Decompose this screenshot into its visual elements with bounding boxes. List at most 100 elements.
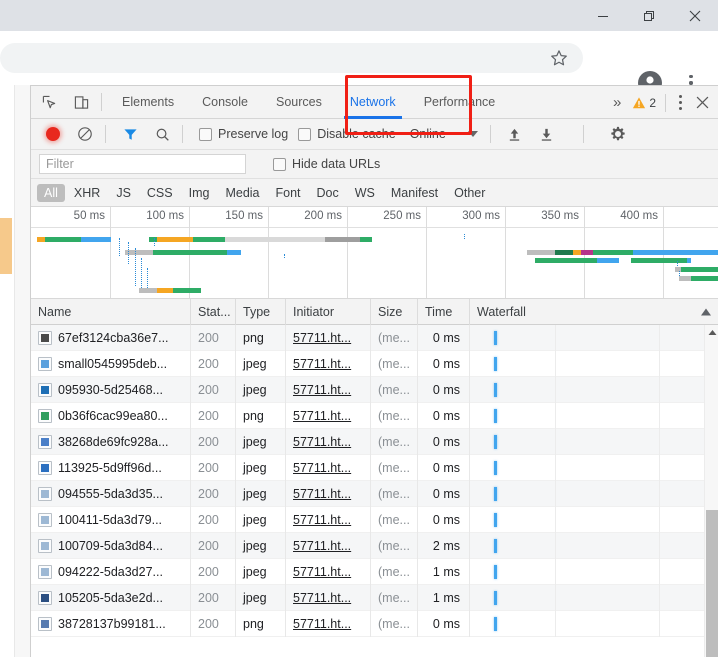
request-initiator-link[interactable]: 57711.ht... xyxy=(293,435,351,449)
type-filter-media[interactable]: Media xyxy=(218,184,266,202)
type-filter-css[interactable]: CSS xyxy=(140,184,180,202)
close-icon[interactable] xyxy=(672,0,718,31)
address-bar[interactable] xyxy=(0,43,583,73)
type-filter-js[interactable]: JS xyxy=(109,184,138,202)
cell-initiator[interactable]: 57711.ht... xyxy=(286,533,371,559)
request-initiator-link[interactable]: 57711.ht... xyxy=(293,617,351,631)
device-toolbar-icon[interactable] xyxy=(67,88,95,116)
table-scroll-up-icon[interactable] xyxy=(705,325,718,340)
request-initiator-link[interactable]: 57711.ht... xyxy=(293,331,351,345)
request-initiator-link[interactable]: 57711.ht... xyxy=(293,539,351,553)
table-row[interactable]: 38728137b99181...200png57711.ht...(me...… xyxy=(31,611,718,637)
devtools-more-icon[interactable] xyxy=(671,92,689,114)
column-header-waterfall[interactable]: Waterfall xyxy=(470,299,718,325)
cell-initiator[interactable]: 57711.ht... xyxy=(286,455,371,481)
type-filter-ws[interactable]: WS xyxy=(348,184,382,202)
type-filter-other[interactable]: Other xyxy=(447,184,492,202)
table-scrollbar[interactable] xyxy=(704,325,718,657)
tab-sources[interactable]: Sources xyxy=(262,86,336,119)
devtools-close-icon[interactable] xyxy=(689,90,715,116)
tab-overflow-icon[interactable]: » xyxy=(606,95,628,110)
tab-performance[interactable]: Performance xyxy=(410,86,510,119)
disable-cache-checkbox[interactable]: Disable cache xyxy=(298,127,396,141)
type-filter-manifest[interactable]: Manifest xyxy=(384,184,445,202)
cell-initiator[interactable]: 57711.ht... xyxy=(286,481,371,507)
table-row[interactable]: 094222-5da3d27...200jpeg57711.ht...(me..… xyxy=(31,559,718,585)
cell-initiator[interactable]: 57711.ht... xyxy=(286,325,371,351)
request-initiator-link[interactable]: 57711.ht... xyxy=(293,513,351,527)
filter-input[interactable] xyxy=(39,154,246,174)
cell-waterfall xyxy=(470,377,718,403)
table-row[interactable]: 095930-5d25468...200jpeg57711.ht...(me..… xyxy=(31,377,718,403)
inspect-element-icon[interactable] xyxy=(35,88,63,116)
column-header-time[interactable]: Time xyxy=(418,299,470,325)
page-scrollbar[interactable] xyxy=(14,85,30,657)
request-time: 0 ms xyxy=(433,617,460,631)
cell-initiator[interactable]: 57711.ht... xyxy=(286,403,371,429)
request-initiator-link[interactable]: 57711.ht... xyxy=(293,383,351,397)
network-settings-button[interactable] xyxy=(604,120,632,148)
bookmark-star-icon[interactable] xyxy=(549,48,569,68)
request-initiator-link[interactable]: 57711.ht... xyxy=(293,565,351,579)
initiator-connector xyxy=(677,261,678,266)
file-type-icon xyxy=(38,461,52,475)
throttle-value: Online xyxy=(410,127,446,141)
filter-toggle-button[interactable] xyxy=(116,120,144,148)
warning-badge[interactable]: 2 xyxy=(628,96,660,110)
type-filter-font[interactable]: Font xyxy=(269,184,308,202)
table-row[interactable]: 67ef3124cba36e7...200png57711.ht...(me..… xyxy=(31,325,718,351)
column-header-type[interactable]: Type xyxy=(236,299,286,325)
table-row[interactable]: 0b36f6cac99ea80...200png57711.ht...(me..… xyxy=(31,403,718,429)
type-filter-all[interactable]: All xyxy=(37,184,65,202)
cell-initiator[interactable]: 57711.ht... xyxy=(286,429,371,455)
request-initiator-link[interactable]: 57711.ht... xyxy=(293,357,351,371)
record-button[interactable] xyxy=(39,120,67,148)
column-header-name[interactable]: Name xyxy=(31,299,191,325)
cell-initiator[interactable]: 57711.ht... xyxy=(286,507,371,533)
cell-initiator[interactable]: 57711.ht... xyxy=(286,559,371,585)
type-filter-xhr[interactable]: XHR xyxy=(67,184,107,202)
cell-initiator[interactable]: 57711.ht... xyxy=(286,377,371,403)
request-type: jpeg xyxy=(243,383,267,397)
waterfall-gridline xyxy=(555,351,556,377)
preserve-log-checkbox[interactable]: Preserve log xyxy=(199,127,288,141)
table-row[interactable]: 38268de69fc928a...200jpeg57711.ht...(me.… xyxy=(31,429,718,455)
request-initiator-link[interactable]: 57711.ht... xyxy=(293,487,351,501)
column-header-initiator[interactable]: Initiator xyxy=(286,299,371,325)
table-row[interactable]: 094555-5da3d35...200jpeg57711.ht...(me..… xyxy=(31,481,718,507)
request-initiator-link[interactable]: 57711.ht... xyxy=(293,409,351,423)
page-accent-block xyxy=(0,218,12,274)
type-filter-img[interactable]: Img xyxy=(182,184,217,202)
table-scroll-thumb[interactable] xyxy=(706,510,718,657)
cell-initiator[interactable]: 57711.ht... xyxy=(286,351,371,377)
table-row[interactable]: 100709-5da3d84...200jpeg57711.ht...(me..… xyxy=(31,533,718,559)
table-row[interactable]: 113925-5d9ff96d...200jpeg57711.ht...(me.… xyxy=(31,455,718,481)
column-header-status[interactable]: Stat... xyxy=(191,299,236,325)
hide-data-urls-checkbox[interactable]: Hide data URLs xyxy=(273,157,380,171)
initiator-connector xyxy=(284,254,285,258)
table-row[interactable]: 105205-5da3e2d...200jpeg57711.ht...(me..… xyxy=(31,585,718,611)
search-button[interactable] xyxy=(148,120,176,148)
table-row[interactable]: 100411-5da3d79...200jpeg57711.ht...(me..… xyxy=(31,507,718,533)
tab-elements[interactable]: Elements xyxy=(108,86,188,119)
cell-size: (me... xyxy=(371,351,418,377)
restore-icon[interactable] xyxy=(626,0,672,31)
column-header-size[interactable]: Size xyxy=(371,299,418,325)
export-har-button[interactable] xyxy=(533,120,561,148)
waterfall-bar xyxy=(494,409,497,423)
type-filter-doc[interactable]: Doc xyxy=(310,184,346,202)
tab-network[interactable]: Network xyxy=(336,86,410,119)
waterfall-bar xyxy=(494,461,497,475)
cell-initiator[interactable]: 57711.ht... xyxy=(286,585,371,611)
file-type-icon xyxy=(38,487,52,501)
minimize-icon[interactable] xyxy=(580,0,626,31)
network-overview[interactable]: 50 ms 100 ms 150 ms 200 ms 250 ms 300 ms… xyxy=(31,207,718,299)
cell-initiator[interactable]: 57711.ht... xyxy=(286,611,371,637)
import-har-button[interactable] xyxy=(501,120,529,148)
request-initiator-link[interactable]: 57711.ht... xyxy=(293,461,351,475)
request-initiator-link[interactable]: 57711.ht... xyxy=(293,591,351,605)
throttle-select[interactable]: Online xyxy=(410,127,478,141)
clear-button[interactable] xyxy=(71,120,99,148)
tab-console[interactable]: Console xyxy=(188,86,262,119)
table-row[interactable]: small0545995deb...200jpeg57711.ht...(me.… xyxy=(31,351,718,377)
